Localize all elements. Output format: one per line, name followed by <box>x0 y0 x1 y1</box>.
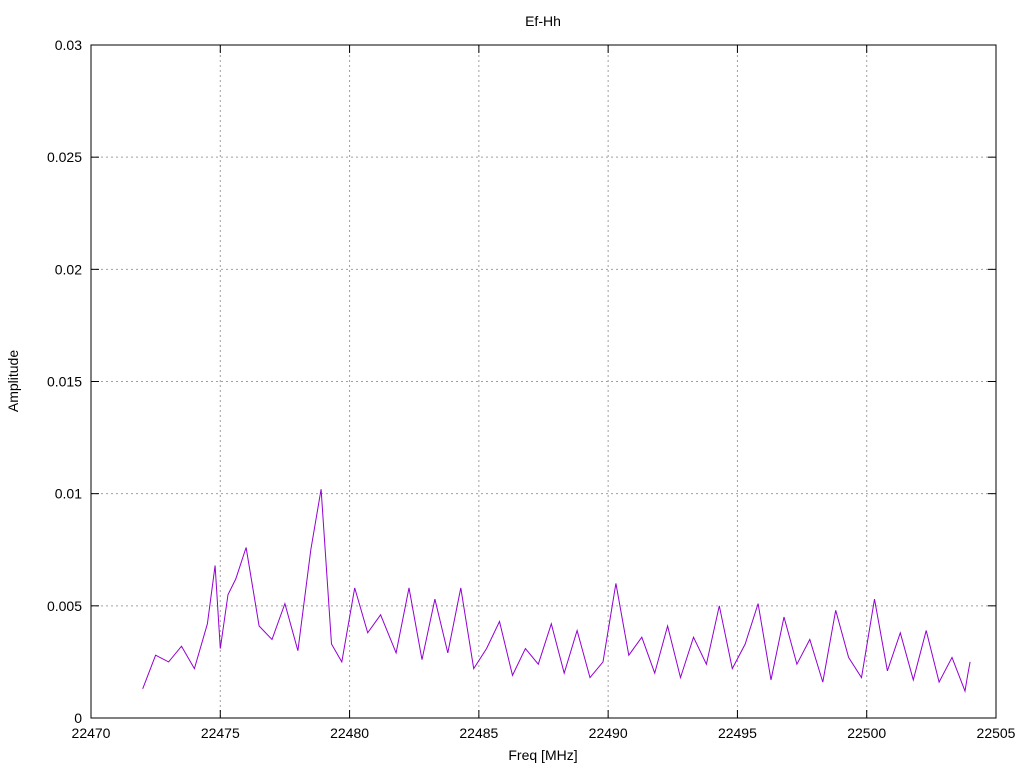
x-tick-label: 22485 <box>459 725 498 741</box>
chart-title: Ef-Hh <box>525 13 561 29</box>
x-tick-label: 22495 <box>718 725 757 741</box>
x-tick-label: 22500 <box>847 725 886 741</box>
y-tick-label: 0.03 <box>55 37 82 53</box>
y-tick-labels: 0 0.005 0.01 0.015 0.02 0.025 0.03 <box>47 37 82 726</box>
y-tick-label: 0.01 <box>55 486 82 502</box>
x-axis-label: Freq [MHz] <box>508 747 577 763</box>
x-tick-label: 22480 <box>330 725 369 741</box>
y-axis-label: Amplitude <box>5 350 21 412</box>
x-tick-label: 22505 <box>977 725 1016 741</box>
series-line <box>142 489 971 693</box>
y-tick-label: 0 <box>74 710 82 726</box>
y-tick-label: 0.005 <box>47 598 82 614</box>
y-tick-label: 0.02 <box>55 261 82 277</box>
grid-lines <box>91 45 996 718</box>
x-tick-labels: 22470 22475 22480 22485 22490 22495 22500 22505 <box>72 725 1016 741</box>
y-tick-label: 0.025 <box>47 149 82 165</box>
x-tick-label: 22475 <box>201 725 240 741</box>
x-tick-label: 22490 <box>589 725 628 741</box>
x-tick-label: 22470 <box>72 725 111 741</box>
series-layer <box>142 489 971 693</box>
chart-svg: 22470 22475 22480 22485 22490 22495 22500 22505… <box>5 13 1016 763</box>
y-tick-label: 0.015 <box>47 374 82 390</box>
